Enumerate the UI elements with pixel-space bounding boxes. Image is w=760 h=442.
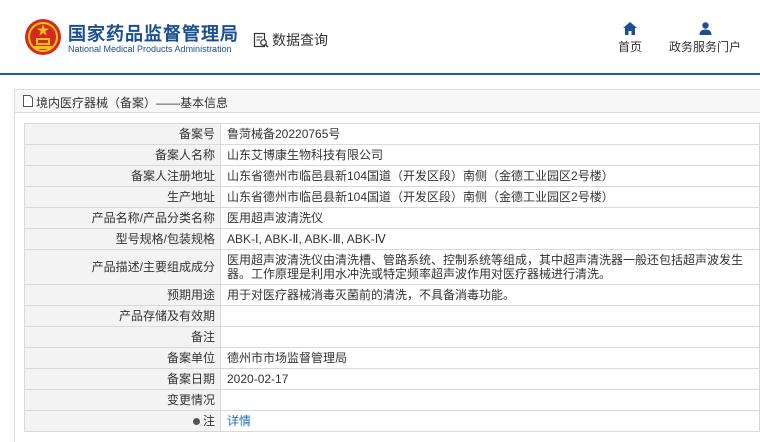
table-row: 备案单位 德州市市场监督管理局 — [24, 347, 760, 369]
row-label: 型号规格/包装规格 — [24, 228, 221, 250]
table-row: 备案人注册地址 山东省德州市临邑县新104国道（开发区段）南侧（金德工业园区2号… — [24, 165, 760, 187]
table-row: 变更情况 — [24, 389, 760, 411]
table-row: 产品名称/产品分类名称 医用超声波清洗仪 — [24, 207, 760, 229]
row-value: 详情 — [220, 410, 760, 432]
site-subtitle: National Medical Products Administration — [68, 44, 232, 54]
row-label: 变更情况 — [24, 389, 221, 411]
row-label: 备案日期 — [24, 368, 221, 390]
row-value: 山东艾博康生物科技有限公司 — [220, 144, 760, 166]
table-row: 产品存储及有效期 — [24, 305, 760, 327]
row-label: 预期用途 — [24, 284, 221, 306]
record-info-table: 备案号 鲁菏械备20220765号 备案人名称 山东艾博康生物科技有限公司 备案… — [24, 123, 760, 432]
row-label-note: 注 — [24, 410, 221, 432]
document-search-icon — [253, 32, 269, 48]
row-value: 2020-02-17 — [220, 368, 760, 390]
details-link[interactable]: 详情 — [227, 414, 251, 428]
row-value: 医用超声波清洗仪由清洗槽、管路系统、控制系统等组成，其中超声清洗器一般还包括超声… — [220, 249, 760, 285]
row-value: 山东省德州市临邑县新104国道（开发区段）南侧（金德工业园区2号楼） — [220, 165, 760, 187]
panel-title-bar: 境内医疗器械（备案）——基本信息 — [15, 90, 760, 113]
nav-home-label: 首页 — [617, 40, 642, 54]
row-label: 生产地址 — [24, 186, 221, 208]
row-value: 德州市市场监督管理局 — [220, 347, 760, 369]
record-panel: 境内医疗器械（备案）——基本信息 备案号 鲁菏械备20220765号 备案人名称… — [14, 89, 760, 442]
header-divider — [0, 73, 760, 75]
document-icon — [23, 95, 33, 107]
row-value: 山东省德州市临邑县新104国道（开发区段）南侧（金德工业园区2号楼） — [220, 186, 760, 208]
table-row: 生产地址 山东省德州市临邑县新104国道（开发区段）南侧（金德工业园区2号楼） — [24, 186, 760, 208]
table-row: 备案号 鲁菏械备20220765号 — [24, 123, 760, 145]
row-label: 备案号 — [24, 123, 221, 145]
table-row: 备案人名称 山东艾博康生物科技有限公司 — [24, 144, 760, 166]
site-title: 国家药品监督管理局 — [68, 24, 239, 44]
row-value: 鲁菏械备20220765号 — [220, 123, 760, 145]
row-label: 备案人注册地址 — [24, 165, 221, 187]
nav-home[interactable]: 首页 — [612, 22, 648, 56]
row-label: 产品描述/主要组成成分 — [24, 249, 221, 285]
table-row: 型号规格/包装规格 ABK-Ⅰ, ABK-Ⅱ, ABK-Ⅲ, ABK-Ⅳ — [24, 228, 760, 250]
note-label: 注 — [202, 414, 215, 428]
table-row: 产品描述/主要组成成分 医用超声波清洗仪由清洗槽、管路系统、控制系统等组成，其中… — [24, 249, 760, 285]
row-label: 产品名称/产品分类名称 — [24, 207, 221, 229]
data-query-label: 数据查询 — [272, 32, 328, 48]
row-label: 备案人名称 — [24, 144, 221, 166]
row-value: 用于对医疗器械消毒灭菌前的清洗，不具备消毒功能。 — [220, 284, 760, 306]
site-header: 国家药品监督管理局 National Medical Products Admi… — [0, 0, 760, 74]
row-value — [220, 389, 760, 411]
row-value — [220, 305, 760, 327]
user-icon — [699, 22, 711, 35]
home-icon — [623, 22, 637, 35]
table-row: 注 详情 — [24, 410, 760, 432]
row-label: 产品存储及有效期 — [24, 305, 221, 327]
panel-title: 境内医疗器械（备案）——基本信息 — [36, 96, 229, 110]
pin-icon — [192, 418, 200, 426]
national-emblem-icon — [25, 19, 61, 55]
data-query-link[interactable]: 数据查询 — [253, 30, 328, 50]
table-row: 备注 — [24, 326, 760, 348]
row-value: ABK-Ⅰ, ABK-Ⅱ, ABK-Ⅲ, ABK-Ⅳ — [220, 228, 760, 250]
row-value: 医用超声波清洗仪 — [220, 207, 760, 229]
table-row: 预期用途 用于对医疗器械消毒灭菌前的清洗，不具备消毒功能。 — [24, 284, 760, 306]
nav-service-portal[interactable]: 政务服务门户 — [664, 22, 746, 56]
row-label: 备案单位 — [24, 347, 221, 369]
row-value — [220, 326, 760, 348]
table-row: 备案日期 2020-02-17 — [24, 368, 760, 390]
nav-service-portal-label: 政务服务门户 — [668, 40, 741, 54]
row-label: 备注 — [24, 326, 221, 348]
